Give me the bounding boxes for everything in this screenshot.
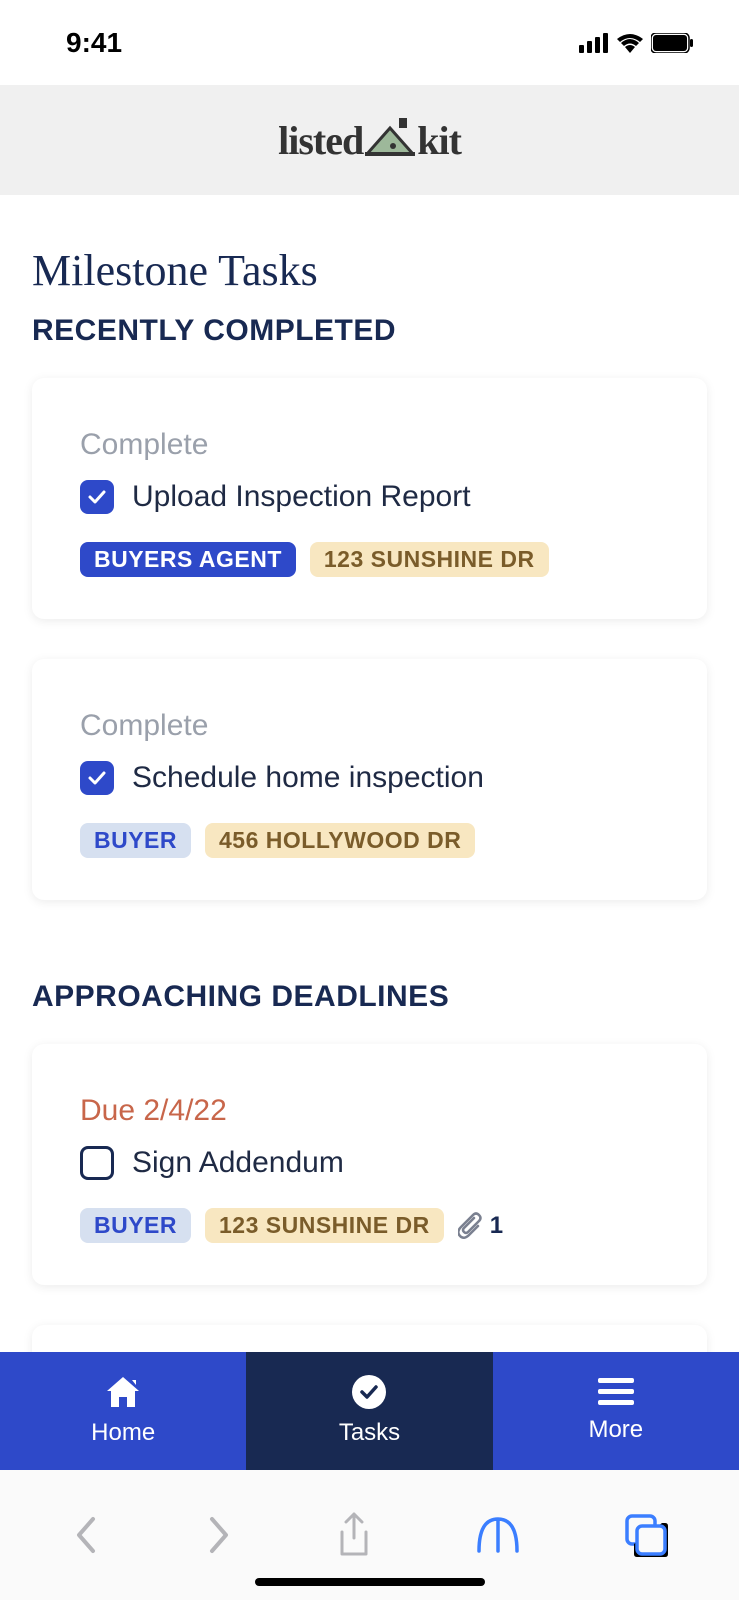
nav-label: Home: [91, 1419, 155, 1447]
task-card[interactable]: Due 2/4/22 Sign Addendum BUYER 123 SUNSH…: [32, 1044, 707, 1285]
nav-home[interactable]: Home: [0, 1352, 246, 1470]
task-status: Complete: [80, 709, 659, 743]
nav-more[interactable]: More: [493, 1352, 739, 1470]
section-recently-completed: RECENTLY COMPLETED: [32, 314, 707, 348]
section-approaching-deadlines: APPROACHING DEADLINES: [32, 980, 707, 1014]
nav-tasks[interactable]: Tasks: [246, 1352, 492, 1470]
task-title: Schedule home inspection: [132, 761, 484, 795]
back-icon[interactable]: [71, 1515, 101, 1555]
bookmarks-icon[interactable]: [475, 1515, 521, 1555]
task-card[interactable]: Complete Upload Inspection Report BUYERS…: [32, 378, 707, 619]
attachment-indicator[interactable]: 1: [458, 1212, 503, 1240]
address-tag: 456 HOLLYWOOD DR: [205, 823, 475, 858]
tag-row: BUYER 123 SUNSHINE DR 1: [80, 1208, 659, 1243]
status-time: 9:41: [66, 27, 122, 59]
status-indicators: [579, 33, 693, 53]
battery-icon: [651, 33, 693, 53]
app-header: listed kit: [0, 85, 739, 195]
checkbox-checked[interactable]: [80, 761, 114, 795]
task-status: Complete: [80, 428, 659, 462]
check-icon: [87, 768, 107, 788]
home-icon: [104, 1375, 142, 1409]
check-circle-icon: [352, 1375, 386, 1409]
brand-text-1: listed: [278, 117, 363, 164]
attachment-count: 1: [490, 1212, 503, 1240]
task-row: Schedule home inspection: [80, 761, 659, 795]
tag-row: BUYER 456 HOLLYWOOD DR: [80, 823, 659, 858]
main-content: Milestone Tasks RECENTLY COMPLETED Compl…: [0, 195, 739, 1352]
signal-icon: [579, 33, 609, 53]
brand-house-icon: [365, 118, 415, 162]
menu-icon: [598, 1378, 634, 1406]
share-icon[interactable]: [336, 1512, 372, 1558]
home-indicator[interactable]: [255, 1578, 485, 1586]
checkbox-checked[interactable]: [80, 480, 114, 514]
brand-text-2: kit: [417, 117, 461, 164]
check-icon: [87, 487, 107, 507]
wifi-icon: [617, 33, 643, 53]
page-title: Milestone Tasks: [32, 245, 707, 296]
status-bar: 9:41: [0, 0, 739, 85]
task-row: Sign Addendum: [80, 1146, 659, 1180]
role-tag: BUYERS AGENT: [80, 542, 296, 577]
role-tag: BUYER: [80, 1208, 191, 1243]
task-title: Upload Inspection Report: [132, 480, 471, 514]
task-title: Sign Addendum: [132, 1146, 344, 1180]
address-tag: 123 SUNSHINE DR: [205, 1208, 444, 1243]
task-due: Due 2/4/22: [80, 1094, 659, 1128]
task-card[interactable]: Due 2/7/22: [32, 1325, 707, 1352]
task-card[interactable]: Complete Schedule home inspection BUYER …: [32, 659, 707, 900]
tabs-icon[interactable]: [624, 1513, 668, 1557]
tag-row: BUYERS AGENT 123 SUNSHINE DR: [80, 542, 659, 577]
checkbox-unchecked[interactable]: [80, 1146, 114, 1180]
forward-icon[interactable]: [204, 1515, 234, 1555]
bottom-nav: Home Tasks More: [0, 1352, 739, 1470]
task-row: Upload Inspection Report: [80, 480, 659, 514]
paperclip-icon: [458, 1212, 484, 1240]
nav-label: Tasks: [339, 1419, 400, 1447]
brand-logo: listed kit: [278, 117, 461, 164]
address-tag: 123 SUNSHINE DR: [310, 542, 549, 577]
role-tag: BUYER: [80, 823, 191, 858]
nav-label: More: [588, 1416, 643, 1444]
